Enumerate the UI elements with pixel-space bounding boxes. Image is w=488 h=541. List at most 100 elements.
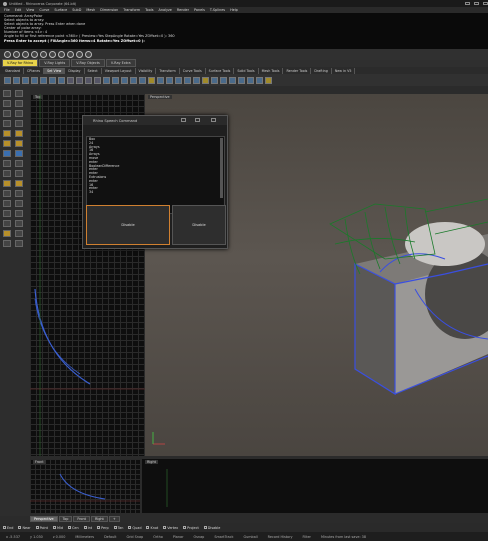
loft-icon[interactable]	[3, 140, 11, 147]
top-view-icon[interactable]	[67, 76, 74, 84]
status-grid-snap[interactable]: Grid Snap	[126, 535, 143, 539]
grid-icon[interactable]	[229, 76, 236, 84]
disable-secondary-button[interactable]: Disable	[172, 205, 226, 245]
menu-file[interactable]: File	[4, 8, 10, 12]
list-scrollbar[interactable]	[220, 138, 223, 198]
xray-icon[interactable]	[157, 76, 164, 84]
analyze-icon[interactable]	[3, 240, 11, 247]
arc-icon[interactable]	[15, 110, 23, 117]
zoom-window-icon[interactable]	[40, 76, 47, 84]
dialog-title-bar[interactable]: Rhino Speech Command	[83, 116, 227, 125]
circle-icon[interactable]	[3, 110, 11, 117]
text-icon[interactable]	[15, 230, 23, 237]
curve-icon[interactable]	[15, 100, 23, 107]
vray-render-icon[interactable]	[4, 51, 11, 58]
status-gumball[interactable]: Gumball	[243, 535, 257, 539]
menu-edit[interactable]: Edit	[15, 8, 22, 12]
move-icon[interactable]	[3, 180, 11, 187]
undo-view-icon[interactable]	[58, 76, 65, 84]
pan-icon[interactable]	[4, 76, 11, 84]
dialog-close-button[interactable]	[211, 118, 216, 122]
osnap-int[interactable]: Int	[83, 526, 92, 530]
zoom-extents-icon[interactable]	[31, 76, 38, 84]
vray-dome-icon[interactable]	[85, 51, 92, 58]
status-filter[interactable]: Filter	[303, 535, 311, 539]
right-view-icon[interactable]	[85, 76, 92, 84]
close-button[interactable]	[483, 2, 488, 5]
vray-frame-buffer-icon[interactable]	[22, 51, 29, 58]
menu-surface[interactable]: Surface	[54, 8, 67, 12]
shaded-icon[interactable]	[130, 76, 137, 84]
osnap-disable[interactable]: Disable	[203, 526, 220, 530]
polygon-icon[interactable]	[15, 120, 23, 127]
light-icon[interactable]	[202, 76, 209, 84]
fillet-icon[interactable]	[3, 170, 11, 177]
maximize-button[interactable]	[474, 2, 479, 5]
ghosted-icon[interactable]	[148, 76, 155, 84]
technical-icon[interactable]	[166, 76, 173, 84]
zoom-icon[interactable]	[22, 76, 29, 84]
front-view-icon[interactable]	[76, 76, 83, 84]
osnap-mid[interactable]: Mid	[52, 526, 63, 530]
help-icon[interactable]	[265, 76, 272, 84]
scale-icon[interactable]	[15, 190, 23, 197]
menu-panels[interactable]: Panels	[194, 8, 205, 12]
zoom-selected-icon[interactable]	[49, 76, 56, 84]
osnap-vertex[interactable]: Vertex	[163, 526, 178, 530]
sphere-icon[interactable]	[15, 150, 23, 157]
plan-view-icon[interactable]	[103, 76, 110, 84]
menu-analyze[interactable]: Analyze	[159, 8, 172, 12]
layout-icon[interactable]	[193, 76, 200, 84]
speech-command-list[interactable]: Box 24 Arrays 16 Arrays move enter Boole…	[86, 136, 225, 214]
status-ortho[interactable]: Ortho	[153, 535, 163, 539]
menu-help[interactable]: Help	[230, 8, 238, 12]
pen-icon[interactable]	[184, 76, 191, 84]
viewport-tab-right[interactable]: Right	[90, 516, 108, 522]
rectangle-icon[interactable]	[3, 120, 11, 127]
osnap-tan[interactable]: Tan	[113, 526, 123, 530]
dimension-icon[interactable]	[3, 230, 11, 237]
tab-vray-for-rhino[interactable]: V-Ray for Rhino	[2, 59, 39, 67]
camera-icon[interactable]	[211, 76, 218, 84]
tab-vray-objects[interactable]: V-Ray Objects	[71, 59, 105, 67]
viewport-front[interactable]: Front	[30, 459, 140, 513]
array-icon[interactable]	[15, 200, 23, 207]
viewport-tab-top[interactable]: Top	[58, 516, 73, 522]
status-record-history[interactable]: Record History	[268, 535, 293, 539]
status-layer[interactable]: Default	[104, 535, 116, 539]
osnap-quad[interactable]: Quad	[128, 526, 141, 530]
disable-button[interactable]: Disable	[86, 205, 170, 245]
viewport-right[interactable]: Right	[142, 459, 488, 513]
artistic-icon[interactable]	[175, 76, 182, 84]
status-planar[interactable]: Planar	[173, 535, 184, 539]
rotate-view-icon[interactable]	[13, 76, 20, 84]
vray-light-icon[interactable]	[40, 51, 47, 58]
split-icon[interactable]	[15, 210, 23, 217]
perspective-view-icon[interactable]	[94, 76, 101, 84]
vray-options-icon[interactable]	[13, 51, 20, 58]
menu-mesh[interactable]: Mesh	[86, 8, 95, 12]
menu-dimension[interactable]: Dimension	[100, 8, 118, 12]
osnap-end[interactable]: End	[3, 526, 13, 530]
osnap-perp[interactable]: Perp	[97, 526, 109, 530]
explode-icon[interactable]	[15, 220, 23, 227]
clipping-plane-icon[interactable]	[220, 76, 227, 84]
named-views-icon[interactable]	[112, 76, 119, 84]
extrude-icon[interactable]	[15, 130, 23, 137]
menu-curve[interactable]: Curve	[39, 8, 49, 12]
menu-subd[interactable]: SubD	[72, 8, 81, 12]
mesh-icon[interactable]	[3, 160, 11, 167]
command-prompt[interactable]: Press Enter to accept ( FillAngle=360 It…	[4, 39, 484, 43]
osnap-near[interactable]: Near	[18, 526, 31, 530]
vray-material-icon[interactable]	[31, 51, 38, 58]
osnap-knot[interactable]: Knot	[146, 526, 158, 530]
menu-render[interactable]: Render	[177, 8, 189, 12]
copy-icon[interactable]	[15, 180, 23, 187]
render-icon[interactable]	[15, 240, 23, 247]
vray-sun-icon[interactable]	[76, 51, 83, 58]
status-osnap[interactable]: Osnap	[194, 535, 205, 539]
menu-transform[interactable]: Transform	[123, 8, 140, 12]
dialog-maximize-button[interactable]	[195, 118, 200, 122]
osnap-cen[interactable]: Cen	[68, 526, 79, 530]
menu-tools[interactable]: Tools	[145, 8, 153, 12]
